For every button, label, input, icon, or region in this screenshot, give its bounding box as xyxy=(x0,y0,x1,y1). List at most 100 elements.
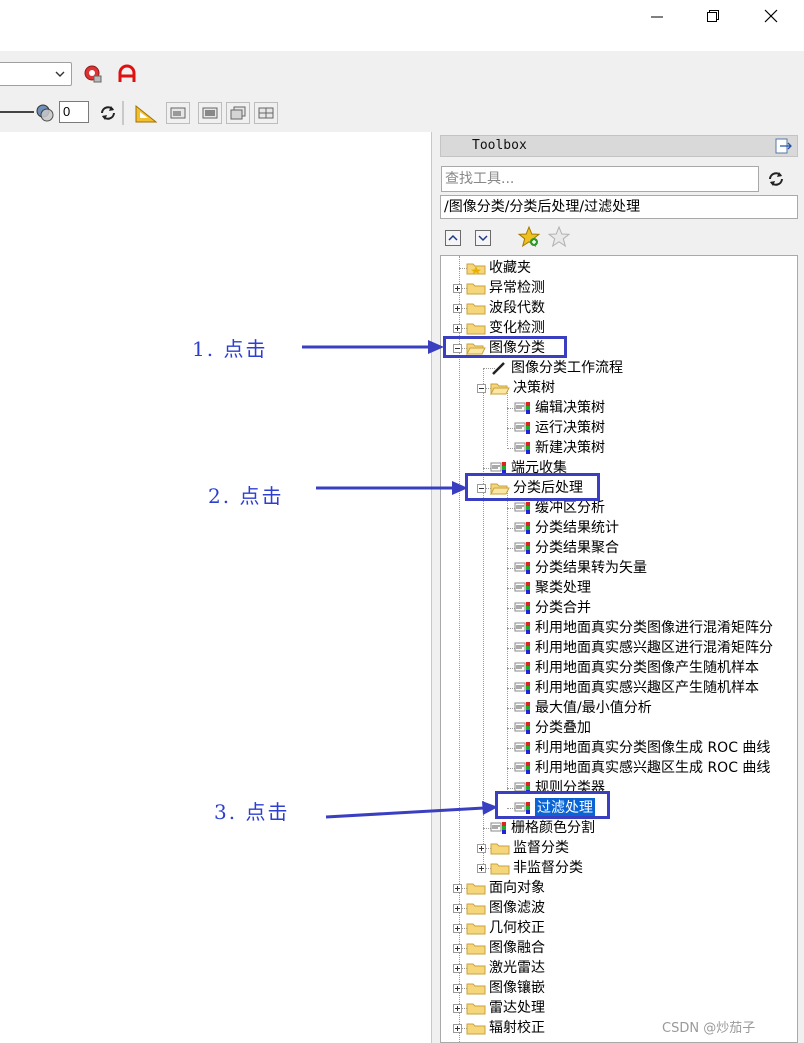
folder-icon xyxy=(466,281,486,295)
tool-icon xyxy=(514,721,532,735)
tree-item-label: 分类叠加 xyxy=(535,720,591,736)
tree-item-label: 非监督分类 xyxy=(513,860,583,876)
tree-item-label: 分类结果统计 xyxy=(535,520,619,536)
tree-tool-item[interactable]: 利用地面真实分类图像进行混淆矩阵分 xyxy=(501,618,773,638)
tree-folder-item[interactable]: 监督分类 xyxy=(477,838,569,858)
expand-icon[interactable] xyxy=(453,903,462,913)
expand-icon[interactable] xyxy=(453,983,462,993)
tree-folder-item[interactable]: 面向对象 xyxy=(453,878,545,898)
tree-tool-item[interactable]: 分类结果统计 xyxy=(501,518,619,538)
view1-icon[interactable] xyxy=(166,102,190,124)
tool-search-input[interactable]: 查找工具... xyxy=(441,166,759,192)
tree-tool-item[interactable]: 分类叠加 xyxy=(501,718,591,738)
gear-red-icon[interactable] xyxy=(82,63,104,85)
refresh-icon[interactable] xyxy=(97,102,119,124)
tree-item-label: 辐射校正 xyxy=(489,1020,545,1036)
tree-tool-item[interactable]: 运行决策树 xyxy=(501,418,605,438)
tree-tool-item[interactable]: 图像分类工作流程 xyxy=(477,358,623,378)
remove-favorite-icon[interactable] xyxy=(547,225,571,252)
annotation-box-1 xyxy=(443,336,567,358)
favorites-folder-icon xyxy=(466,261,486,275)
tree-folder-item[interactable]: 变化检测 xyxy=(453,318,545,338)
chevron-up-icon xyxy=(448,234,458,241)
tree-tool-item[interactable]: 分类合并 xyxy=(501,598,591,618)
view3-icon[interactable] xyxy=(226,102,250,124)
folder-icon xyxy=(466,981,486,995)
expand-icon[interactable] xyxy=(453,303,462,313)
tree-tool-item[interactable]: 分类结果转为矢量 xyxy=(501,558,647,578)
tree-item-label: 最大值/最小值分析 xyxy=(535,700,652,716)
annotation-arrow-2 xyxy=(316,481,468,495)
expand-icon[interactable] xyxy=(453,943,462,953)
tree-tool-item[interactable]: 利用地面真实感兴趣区进行混淆矩阵分 xyxy=(501,638,773,658)
expand-icon[interactable] xyxy=(453,923,462,933)
tool-icon xyxy=(514,661,532,675)
expand-icon[interactable] xyxy=(453,883,462,893)
tree-item-label: 图像镶嵌 xyxy=(489,980,545,996)
folder-icon xyxy=(466,941,486,955)
tree-tool-item[interactable]: 分类结果聚合 xyxy=(501,538,619,558)
tree-item-label: 分类结果转为矢量 xyxy=(535,560,647,576)
expand-icon[interactable] xyxy=(453,283,462,293)
measure-icon[interactable] xyxy=(133,101,159,125)
watermark: CSDN @炒茄子 xyxy=(662,1021,756,1036)
tree-tool-item[interactable]: 编辑决策树 xyxy=(501,398,605,418)
expand-icon[interactable] xyxy=(453,963,462,973)
minimize-button[interactable] xyxy=(632,2,682,30)
tree-folder-item[interactable]: 图像融合 xyxy=(453,938,545,958)
expand-icon[interactable] xyxy=(453,1003,462,1013)
folder-icon xyxy=(466,1001,486,1015)
tree-folder-item[interactable]: 图像镶嵌 xyxy=(453,978,545,998)
folder-icon xyxy=(490,861,510,875)
tree-item-label: 利用地面真实分类图像产生随机样本 xyxy=(535,660,759,676)
image-canvas[interactable] xyxy=(0,132,431,1043)
annotation-step-1: 1. 点击 xyxy=(192,337,268,361)
tree-folder-item[interactable]: 非监督分类 xyxy=(477,858,583,878)
tree-folder-item[interactable]: 雷达处理 xyxy=(453,998,545,1018)
expand-down-button[interactable] xyxy=(475,230,491,246)
tree-tool-item[interactable]: 最大值/最小值分析 xyxy=(501,698,652,718)
tree-item-label: 变化检测 xyxy=(489,320,545,336)
tree-tool-item[interactable]: 缓冲区分析 xyxy=(501,498,605,518)
annotation-box-2 xyxy=(465,473,600,501)
tool-icon xyxy=(514,421,532,435)
expand-icon[interactable] xyxy=(453,1023,462,1033)
folder-icon xyxy=(466,961,486,975)
add-favorite-icon[interactable] xyxy=(517,225,541,252)
tool-icon xyxy=(514,401,532,415)
close-button[interactable] xyxy=(746,2,796,30)
collapse-icon[interactable] xyxy=(477,383,486,393)
tree-folder-item[interactable]: 辐射校正 xyxy=(453,1018,545,1038)
red-a-icon[interactable] xyxy=(116,63,138,85)
tree-folder-item[interactable]: 波段代数 xyxy=(453,298,545,318)
chevron-down-icon xyxy=(478,235,488,242)
tree-tool-item[interactable]: 利用地面真实分类图像产生随机样本 xyxy=(501,658,759,678)
tree-tool-item[interactable]: 利用地面真实分类图像生成 ROC 曲线 xyxy=(501,738,770,758)
title-bar xyxy=(0,0,804,51)
expand-icon[interactable] xyxy=(477,863,486,873)
tree-tool-item[interactable]: 利用地面真实感兴趣区产生随机样本 xyxy=(501,678,759,698)
tree-tool-item[interactable]: 新建决策树 xyxy=(501,438,605,458)
tree-folder-item[interactable]: 决策树 xyxy=(477,378,555,398)
restore-button[interactable] xyxy=(688,2,738,30)
transparency-value-field[interactable]: 0 xyxy=(59,101,89,123)
tree-folder-item[interactable]: 几何校正 xyxy=(453,918,545,938)
expand-icon[interactable] xyxy=(453,323,462,333)
tree-item-label: 运行决策树 xyxy=(535,420,605,436)
folder-icon xyxy=(490,841,510,855)
tree-tool-item[interactable]: 聚类处理 xyxy=(501,578,591,598)
view2-icon[interactable] xyxy=(198,102,222,124)
tree-item-label: 利用地面真实感兴趣区进行混淆矩阵分 xyxy=(535,640,773,656)
tree-tool-item[interactable]: 利用地面真实感兴趣区生成 ROC 曲线 xyxy=(501,758,770,778)
collapse-up-button[interactable] xyxy=(445,230,461,246)
view4-icon[interactable] xyxy=(254,102,278,124)
dock-icon[interactable] xyxy=(774,137,794,159)
tree-folder-item[interactable]: 收藏夹 xyxy=(453,258,531,278)
search-refresh-icon[interactable] xyxy=(766,169,786,193)
expand-icon[interactable] xyxy=(477,843,486,853)
transparency-slider[interactable] xyxy=(0,111,34,113)
tree-folder-item[interactable]: 激光雷达 xyxy=(453,958,545,978)
tree-folder-item[interactable]: 异常检测 xyxy=(453,278,545,298)
layer-dropdown[interactable] xyxy=(0,62,72,86)
tree-folder-item[interactable]: 图像滤波 xyxy=(453,898,545,918)
